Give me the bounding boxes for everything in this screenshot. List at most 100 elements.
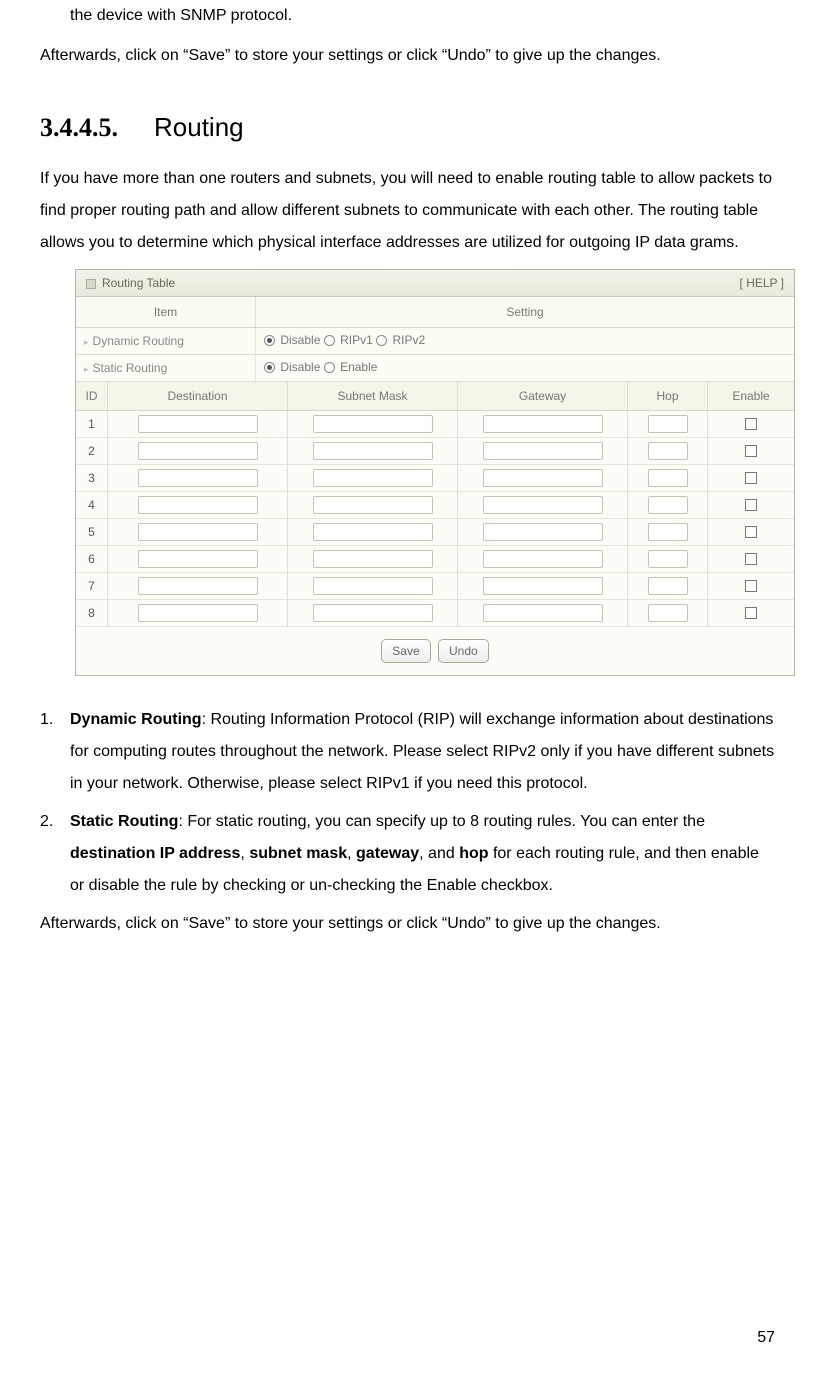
radio-static-enable[interactable] (324, 362, 335, 373)
table-row: 1 (76, 411, 794, 438)
row-id: 3 (76, 465, 108, 491)
enable-checkbox[interactable] (745, 472, 757, 484)
afterwards-1: Afterwards, click on “Save” to store you… (40, 40, 775, 72)
table-row: 7 (76, 573, 794, 600)
enable-checkbox[interactable] (745, 526, 757, 538)
row-id: 7 (76, 573, 108, 599)
list-item-2: 2. Static Routing: For static routing, y… (40, 806, 775, 902)
enable-checkbox[interactable] (745, 553, 757, 565)
section-heading: 3.4.4.5. Routing (40, 112, 775, 143)
hop-input[interactable] (648, 415, 688, 433)
button-row: Save Undo (76, 627, 794, 675)
col-gateway: Gateway (458, 382, 628, 410)
table-row: 2 (76, 438, 794, 465)
row-id: 6 (76, 546, 108, 572)
destination-input[interactable] (138, 604, 258, 622)
gateway-input[interactable] (483, 523, 603, 541)
numbered-list: 1. Dynamic Routing: Routing Information … (40, 704, 775, 902)
gateway-input[interactable] (483, 469, 603, 487)
subnet-mask-input[interactable] (313, 550, 433, 568)
subnet-mask-input[interactable] (313, 523, 433, 541)
enable-checkbox[interactable] (745, 499, 757, 511)
subnet-mask-input[interactable] (313, 577, 433, 595)
destination-input[interactable] (138, 523, 258, 541)
table-row: 3 (76, 465, 794, 492)
row-id: 4 (76, 492, 108, 518)
undo-button[interactable]: Undo (438, 639, 489, 663)
static-routing-row: Static Routing Disable Enable (76, 355, 794, 382)
enable-checkbox[interactable] (745, 418, 757, 430)
destination-input[interactable] (138, 550, 258, 568)
radio-static-disable[interactable] (264, 362, 275, 373)
header-item: Item (76, 297, 256, 327)
hop-input[interactable] (648, 577, 688, 595)
enable-checkbox[interactable] (745, 607, 757, 619)
subnet-mask-input[interactable] (313, 604, 433, 622)
col-id: ID (76, 382, 108, 410)
table-row: 6 (76, 546, 794, 573)
subnet-mask-input[interactable] (313, 496, 433, 514)
save-button[interactable]: Save (381, 639, 430, 663)
list-num-1: 1. (40, 704, 70, 800)
row-id: 2 (76, 438, 108, 464)
gateway-input[interactable] (483, 577, 603, 595)
subnet-mask-input[interactable] (313, 469, 433, 487)
subnet-mask-input[interactable] (313, 415, 433, 433)
settings-header: Item Setting (76, 297, 794, 328)
hop-input[interactable] (648, 496, 688, 514)
radio-ripv1[interactable] (324, 335, 335, 346)
static-routing-label: Static Routing (76, 355, 256, 381)
enable-checkbox[interactable] (745, 580, 757, 592)
gateway-input[interactable] (483, 415, 603, 433)
hop-input[interactable] (648, 550, 688, 568)
heading-number: 3.4.4.5. (40, 113, 118, 143)
heading-title: Routing (154, 112, 244, 143)
table-row: 8 (76, 600, 794, 627)
static-routing-options: Disable Enable (256, 355, 794, 381)
gateway-input[interactable] (483, 550, 603, 568)
panel-icon (86, 279, 96, 289)
row-id: 5 (76, 519, 108, 545)
list-body-1: Dynamic Routing: Routing Information Pro… (70, 704, 775, 800)
destination-input[interactable] (138, 577, 258, 595)
destination-input[interactable] (138, 469, 258, 487)
col-hop: Hop (628, 382, 708, 410)
table-row: 4 (76, 492, 794, 519)
col-enable: Enable (708, 382, 794, 410)
panel-titlebar: Routing Table [ HELP ] (76, 270, 794, 297)
dynamic-routing-options: Disable RIPv1 RIPv2 (256, 328, 794, 354)
hop-input[interactable] (648, 604, 688, 622)
table-row: 5 (76, 519, 794, 546)
header-setting: Setting (256, 297, 794, 327)
intro-paragraph: If you have more than one routers and su… (40, 163, 775, 259)
routes-table-header: ID Destination Subnet Mask Gateway Hop E… (76, 382, 794, 411)
list-item-1: 1. Dynamic Routing: Routing Information … (40, 704, 775, 800)
enable-checkbox[interactable] (745, 445, 757, 457)
help-link[interactable]: [ HELP ] (740, 276, 784, 290)
panel-title: Routing Table (102, 276, 175, 290)
hop-input[interactable] (648, 442, 688, 460)
col-subnet-mask: Subnet Mask (288, 382, 458, 410)
routing-table-screenshot: Routing Table [ HELP ] Item Setting Dyna… (75, 269, 795, 676)
col-destination: Destination (108, 382, 288, 410)
list-num-2: 2. (40, 806, 70, 902)
list-body-2: Static Routing: For static routing, you … (70, 806, 775, 902)
subnet-mask-input[interactable] (313, 442, 433, 460)
afterwards-2: Afterwards, click on “Save” to store you… (40, 908, 775, 940)
destination-input[interactable] (138, 415, 258, 433)
row-id: 1 (76, 411, 108, 437)
radio-ripv2[interactable] (376, 335, 387, 346)
radio-disable[interactable] (264, 335, 275, 346)
row-id: 8 (76, 600, 108, 626)
gateway-input[interactable] (483, 604, 603, 622)
gateway-input[interactable] (483, 496, 603, 514)
destination-input[interactable] (138, 442, 258, 460)
destination-input[interactable] (138, 496, 258, 514)
hop-input[interactable] (648, 523, 688, 541)
trailing-text: the device with SNMP protocol. (40, 0, 775, 32)
dynamic-routing-label: Dynamic Routing (76, 328, 256, 354)
page-number: 57 (757, 1329, 775, 1347)
hop-input[interactable] (648, 469, 688, 487)
dynamic-routing-row: Dynamic Routing Disable RIPv1 RIPv2 (76, 328, 794, 355)
gateway-input[interactable] (483, 442, 603, 460)
